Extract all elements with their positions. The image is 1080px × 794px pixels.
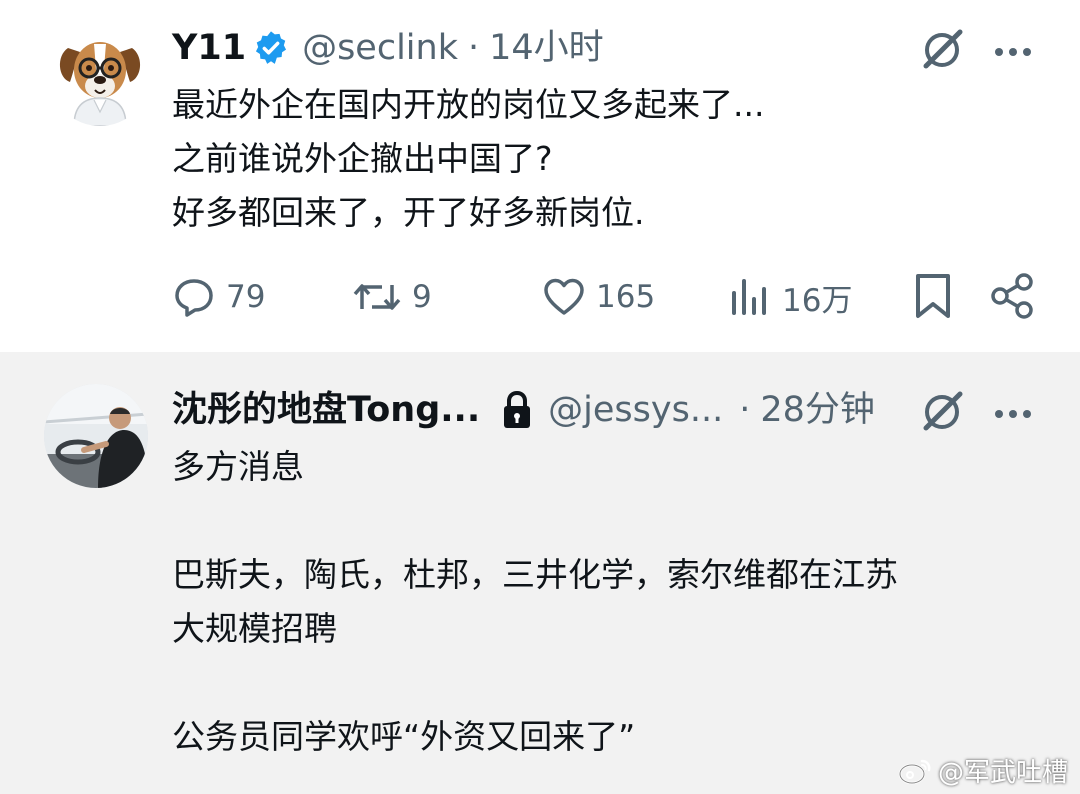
reply-text-line [172, 494, 898, 548]
reply-text-line: 大规模招聘 [172, 609, 337, 648]
tweet-text: 最近外企在国内开放的岗位又多起来了... 之前谁说外企撤出中国了? 好多都回来了… [172, 78, 764, 240]
reply-text-line [172, 656, 898, 710]
reply-header: 沈彤的地盘Tong... @jessys... · 28分钟 [172, 388, 875, 432]
views-button[interactable]: 16万 [728, 272, 852, 322]
tweet-text-line: 最近外企在国内开放的岗位又多起来了... [172, 85, 765, 124]
tweet-main: Y11 @seclink · 14小时 最近外企在国内开放的岗位又多起来了...… [0, 0, 1080, 352]
tweet-text-line: 之前谁说外企撤出中国了? [172, 139, 553, 178]
like-count: 165 [596, 279, 656, 315]
reply-text: 多方消息 巴斯夫，陶氏，杜邦，三井化学，索尔维都在江苏 大规模招聘 公务员同学欢… [172, 440, 898, 764]
bookmark-icon[interactable] [912, 272, 954, 324]
reply-author-handle[interactable]: @jessys... [548, 388, 723, 432]
watermark-text: @军武吐槽 [937, 758, 1068, 788]
lock-icon [500, 390, 534, 430]
like-button[interactable]: 165 [542, 272, 655, 322]
reply-icon [175, 279, 213, 317]
retweet-icon [353, 284, 401, 310]
separator-dot: · [467, 28, 480, 68]
retweet-button[interactable]: 9 [352, 272, 432, 322]
reply-author-avatar[interactable] [44, 384, 148, 488]
reply-count: 79 [226, 279, 266, 315]
weibo-watermark: @军武吐槽 [898, 752, 1068, 789]
tweet-header: Y11 @seclink · 14小时 [172, 26, 604, 70]
author-avatar[interactable] [50, 26, 150, 126]
reply-text-line: 多方消息 [172, 447, 304, 486]
view-count: 16万 [782, 282, 853, 319]
author-handle[interactable]: @seclink [302, 26, 458, 70]
verified-badge-icon [252, 29, 290, 67]
reply-time[interactable]: 28分钟 [760, 388, 875, 432]
retweet-count: 9 [412, 279, 432, 315]
grok-icon[interactable] [920, 388, 966, 434]
reply-author-name[interactable]: 沈彤的地盘Tong... [172, 388, 480, 432]
share-icon[interactable] [990, 272, 1036, 324]
weibo-icon [898, 759, 931, 784]
reply-button[interactable]: 79 [172, 272, 265, 322]
reply-text-line: 公务员同学欢呼“外资又回来了” [172, 717, 636, 756]
more-icon[interactable] [993, 43, 1033, 56]
author-name[interactable]: Y11 [172, 26, 246, 70]
views-icon [732, 279, 766, 315]
tweet-text-line: 好多都回来了，开了好多新岗位. [172, 193, 645, 232]
tweet-time[interactable]: 14小时 [489, 26, 604, 70]
separator-dot: · [739, 390, 751, 430]
reply-text-line: 巴斯夫，陶氏，杜邦，三井化学，索尔维都在江苏 [172, 555, 898, 594]
more-icon[interactable] [993, 405, 1033, 418]
grok-icon[interactable] [920, 26, 966, 72]
like-icon [544, 278, 584, 315]
